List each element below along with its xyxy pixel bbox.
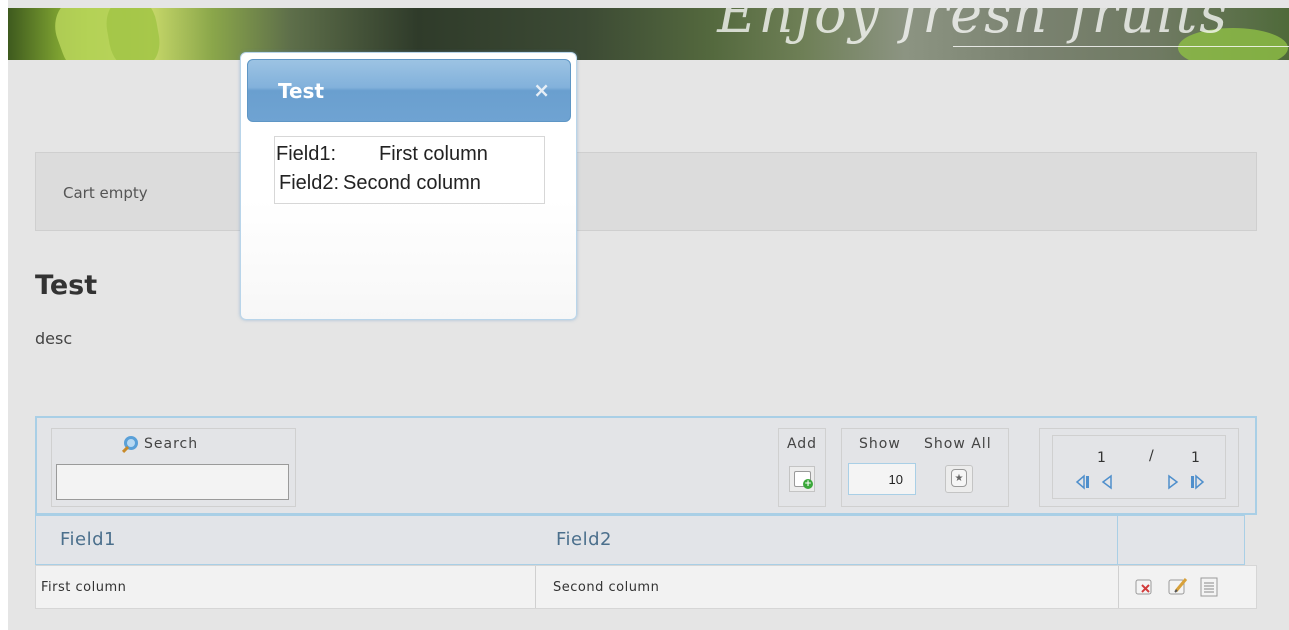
cart-status: Cart empty	[63, 184, 148, 202]
previous-page-icon[interactable]	[1099, 474, 1115, 490]
banner-fruit-shape	[102, 8, 164, 60]
column-header-field1[interactable]: Field1	[60, 529, 116, 550]
table-header: Field1 Field2	[35, 515, 1245, 565]
header-banner: Enjoy fresh fruits	[8, 8, 1289, 60]
search-panel: Search	[51, 428, 296, 507]
banner-title: Enjoy fresh fruits	[717, 8, 1229, 45]
first-page-icon[interactable]	[1075, 474, 1091, 490]
dialog-field-label: Field2:	[279, 172, 340, 194]
dialog-field-value: Second column	[343, 172, 481, 194]
dialog-titlebar[interactable]: Test ×	[247, 59, 571, 122]
total-pages: 1	[1191, 450, 1200, 466]
last-page-icon[interactable]	[1189, 474, 1205, 490]
dialog-field-value: First column	[379, 143, 488, 165]
cell-field2: Second column	[553, 580, 660, 595]
table-row[interactable]: First column Second column	[35, 565, 1257, 609]
banner-divider	[953, 46, 1289, 47]
add-button[interactable]: +	[789, 466, 815, 492]
rows-per-page-input[interactable]	[848, 463, 916, 495]
page-separator: /	[1149, 448, 1154, 464]
cart-box: Cart empty	[35, 152, 1257, 231]
dialog-fields: Field1: First column Field2: Second column	[274, 136, 545, 204]
detail-dialog: Test × Field1: First column Field2: Second…	[240, 52, 577, 320]
close-icon[interactable]: ×	[533, 80, 550, 100]
cell-divider	[1118, 566, 1119, 608]
pager-panel: 1 / 1	[1039, 428, 1239, 507]
add-label: Add	[786, 436, 818, 452]
next-page-icon[interactable]	[1165, 474, 1181, 490]
show-all-label: Show All	[924, 436, 992, 452]
cell-divider	[535, 566, 536, 608]
view-icon[interactable]	[1198, 576, 1220, 598]
grid-toolbar: Search Add + Show Show All ★ 1 / 1	[35, 416, 1257, 515]
add-panel: Add +	[778, 428, 826, 507]
page-description: desc	[35, 329, 73, 348]
search-label: Search	[124, 436, 198, 452]
dialog-field-row: Field1: First column	[276, 143, 488, 166]
column-header-field2[interactable]: Field2	[556, 529, 612, 550]
dialog-field-row: Field2: Second column	[279, 172, 481, 195]
dialog-field-label: Field1:	[276, 143, 337, 165]
plus-icon: +	[803, 479, 813, 489]
show-all-button[interactable]: ★	[945, 465, 973, 493]
actions-header	[1117, 516, 1246, 564]
page-title: Test	[35, 270, 98, 301]
search-label-text: Search	[144, 436, 199, 452]
magnifier-icon	[124, 436, 138, 450]
current-page: 1	[1097, 450, 1106, 466]
delete-icon[interactable]	[1134, 576, 1156, 598]
cell-field1: First column	[41, 580, 127, 595]
show-all-icon: ★	[951, 469, 967, 487]
pager: 1 / 1	[1052, 435, 1226, 499]
show-label: Show	[859, 436, 901, 452]
edit-icon[interactable]	[1167, 576, 1189, 598]
show-panel: Show Show All ★	[841, 428, 1009, 507]
dialog-title: Test	[278, 79, 325, 103]
search-input[interactable]	[56, 464, 289, 500]
